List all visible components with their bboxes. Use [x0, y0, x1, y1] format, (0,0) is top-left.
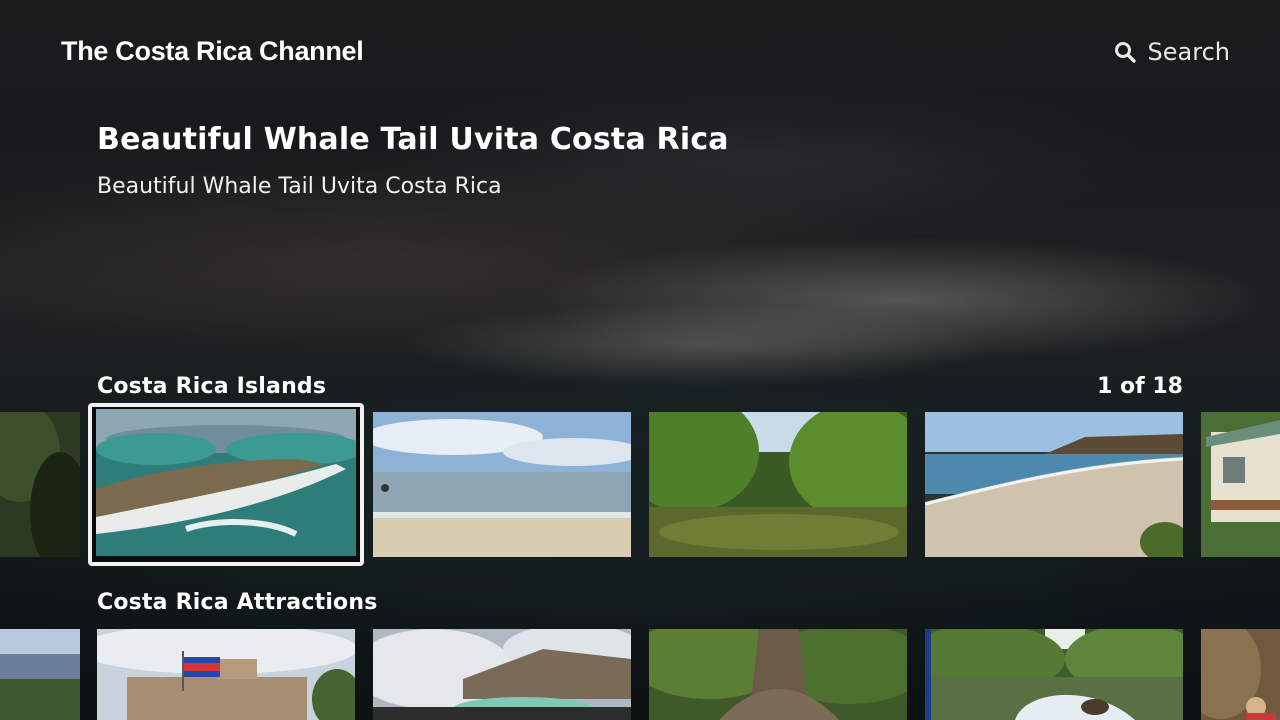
channel-title: The Costa Rica Channel	[61, 36, 364, 66]
video-tile-selected[interactable]	[88, 403, 364, 566]
video-tile[interactable]	[649, 412, 907, 557]
video-tile[interactable]	[373, 412, 631, 557]
screen: The Costa Rica Channel Search Beautiful …	[0, 0, 1280, 720]
search-label: Search	[1147, 38, 1230, 66]
row-label-attractions: Costa Rica Attractions	[97, 590, 378, 615]
video-tile[interactable]	[1201, 412, 1280, 557]
tile-thumbnail	[96, 409, 356, 556]
video-tile[interactable]	[0, 412, 80, 557]
video-tile[interactable]	[1201, 629, 1280, 720]
row-label-islands: Costa Rica Islands	[97, 374, 327, 399]
video-tile[interactable]	[97, 629, 355, 720]
featured-video-title: Beautiful Whale Tail Uvita Costa Rica	[97, 122, 729, 157]
search-button[interactable]: Search	[1114, 38, 1230, 66]
video-tile[interactable]	[0, 629, 80, 720]
featured-video-description: Beautiful Whale Tail Uvita Costa Rica	[97, 174, 502, 199]
video-tile[interactable]	[649, 629, 907, 720]
search-icon	[1114, 41, 1136, 63]
row-position-indicator: 1 of 18	[1097, 374, 1183, 399]
video-tile[interactable]	[925, 412, 1183, 557]
video-tile[interactable]	[373, 629, 631, 720]
video-tile[interactable]	[925, 629, 1183, 720]
